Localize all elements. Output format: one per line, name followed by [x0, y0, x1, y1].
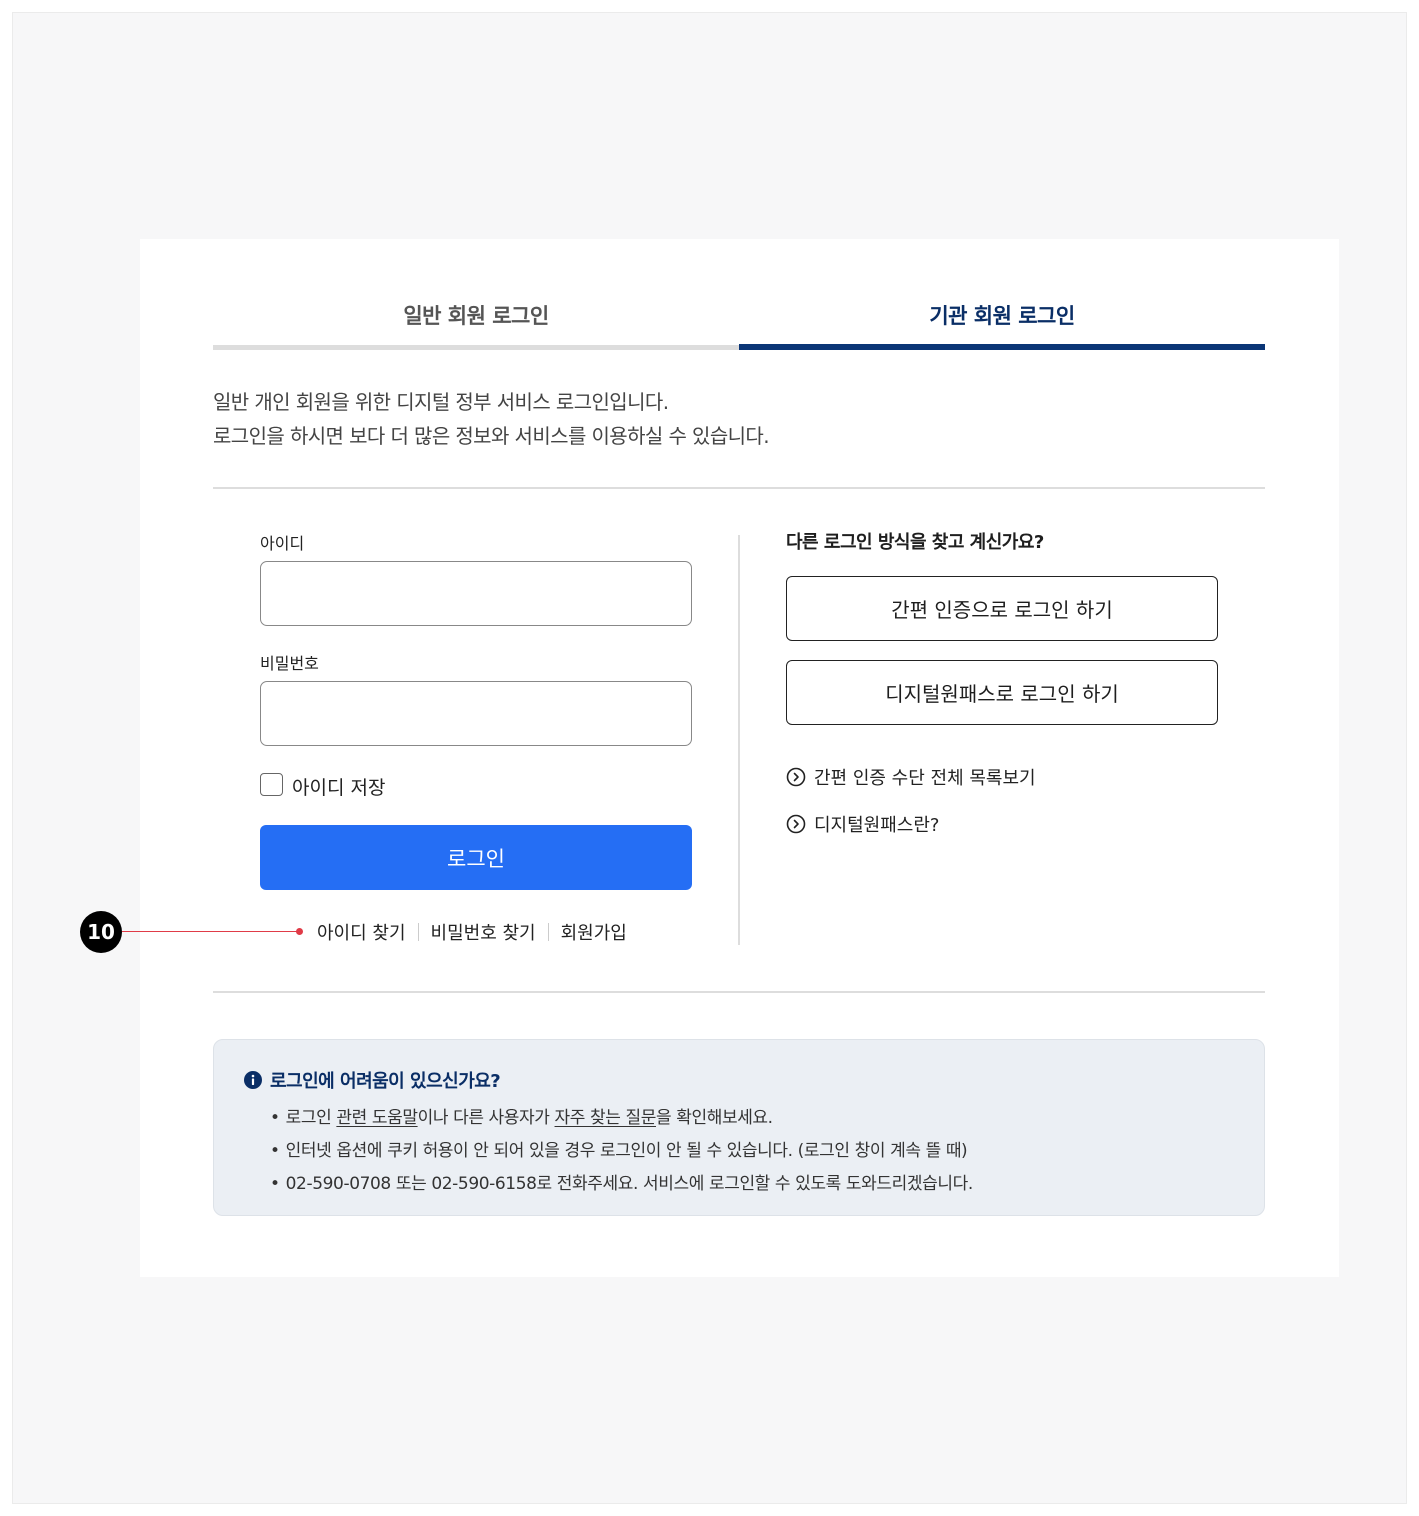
simple-auth-login-button[interactable]: 간편 인증으로 로그인 하기	[786, 576, 1218, 641]
annotation-dot	[296, 928, 303, 935]
id-input[interactable]	[260, 561, 692, 626]
help-item-3: 02-590-0708 또는 02-590-6158로 전화주세요. 서비스에 …	[270, 1168, 974, 1201]
intro-line-2: 로그인을 하시면 보다 더 많은 정보와 서비스를 이용하실 수 있습니다.	[213, 424, 770, 448]
help-list: 로그인 관련 도움말이나 다른 사용자가 자주 찾는 질문을 확인해보세요. 인…	[270, 1102, 974, 1201]
annotation-line	[122, 931, 298, 932]
help-item-2: 인터넷 옵션에 쿠키 허용이 안 되어 있을 경우 로그인이 안 될 수 있습니…	[270, 1135, 973, 1168]
chevron-circle-right-icon	[786, 814, 806, 834]
divider-bottom	[213, 991, 1265, 993]
digital-onepass-info-label: 디지털원패스란?	[814, 815, 940, 836]
tab-institution-member[interactable]: 기관 회원 로그인	[739, 290, 1265, 350]
tab-general-member[interactable]: 일반 회원 로그인	[213, 290, 739, 350]
help-title-text: 로그인에 어려움이 있으신가요?	[270, 1071, 501, 1092]
help-docs-link[interactable]: 관련 도움말	[336, 1108, 418, 1128]
id-label: 아이디	[260, 534, 305, 553]
faq-link[interactable]: 자주 찾는 질문	[555, 1108, 657, 1128]
intro-line-1: 일반 개인 회원을 위한 디지털 정부 서비스 로그인입니다.	[213, 390, 669, 414]
simple-auth-list-link[interactable]: 간편 인증 수단 전체 목록보기	[786, 764, 1036, 790]
help-item-1-suffix: 을 확인해보세요.	[655, 1108, 773, 1128]
annotation-marker: 10	[80, 911, 122, 953]
divider-top	[213, 487, 1265, 489]
help-title: 로그인에 어려움이 있으신가요?	[244, 1067, 501, 1093]
link-separator	[547, 923, 549, 941]
save-id-checkbox[interactable]	[260, 773, 283, 796]
alt-login-title: 다른 로그인 방식을 찾고 계신가요?	[786, 532, 1044, 553]
account-links: 아이디 찾기 비밀번호 찾기 회원가입	[317, 919, 627, 945]
signup-link[interactable]: 회원가입	[561, 919, 627, 945]
find-id-link[interactable]: 아이디 찾기	[317, 919, 406, 945]
chevron-circle-right-icon	[786, 767, 806, 787]
digital-onepass-info-link[interactable]: 디지털원패스란?	[786, 811, 939, 837]
password-input[interactable]	[260, 681, 692, 746]
login-button[interactable]: 로그인	[260, 825, 692, 890]
find-password-link[interactable]: 비밀번호 찾기	[431, 919, 536, 945]
password-label: 비밀번호	[260, 654, 319, 673]
help-box: 로그인에 어려움이 있으신가요? 로그인 관련 도움말이나 다른 사용자가 자주…	[213, 1039, 1265, 1216]
save-id-label[interactable]: 아이디 저장	[292, 773, 385, 800]
info-icon	[244, 1071, 262, 1089]
help-item-1: 로그인 관련 도움말이나 다른 사용자가 자주 찾는 질문을 확인해보세요.	[270, 1102, 973, 1135]
link-separator	[417, 923, 419, 941]
digital-onepass-login-button[interactable]: 디지털원패스로 로그인 하기	[786, 660, 1218, 725]
intro-text: 일반 개인 회원을 위한 디지털 정부 서비스 로그인입니다. 로그인을 하시면…	[213, 385, 770, 453]
simple-auth-list-label: 간편 인증 수단 전체 목록보기	[814, 768, 1036, 789]
help-item-1-prefix: 로그인	[285, 1108, 337, 1128]
login-tabs: 일반 회원 로그인 기관 회원 로그인	[213, 290, 1265, 350]
vertical-divider	[738, 535, 740, 945]
help-item-1-middle: 이나 다른 사용자가	[417, 1108, 555, 1128]
